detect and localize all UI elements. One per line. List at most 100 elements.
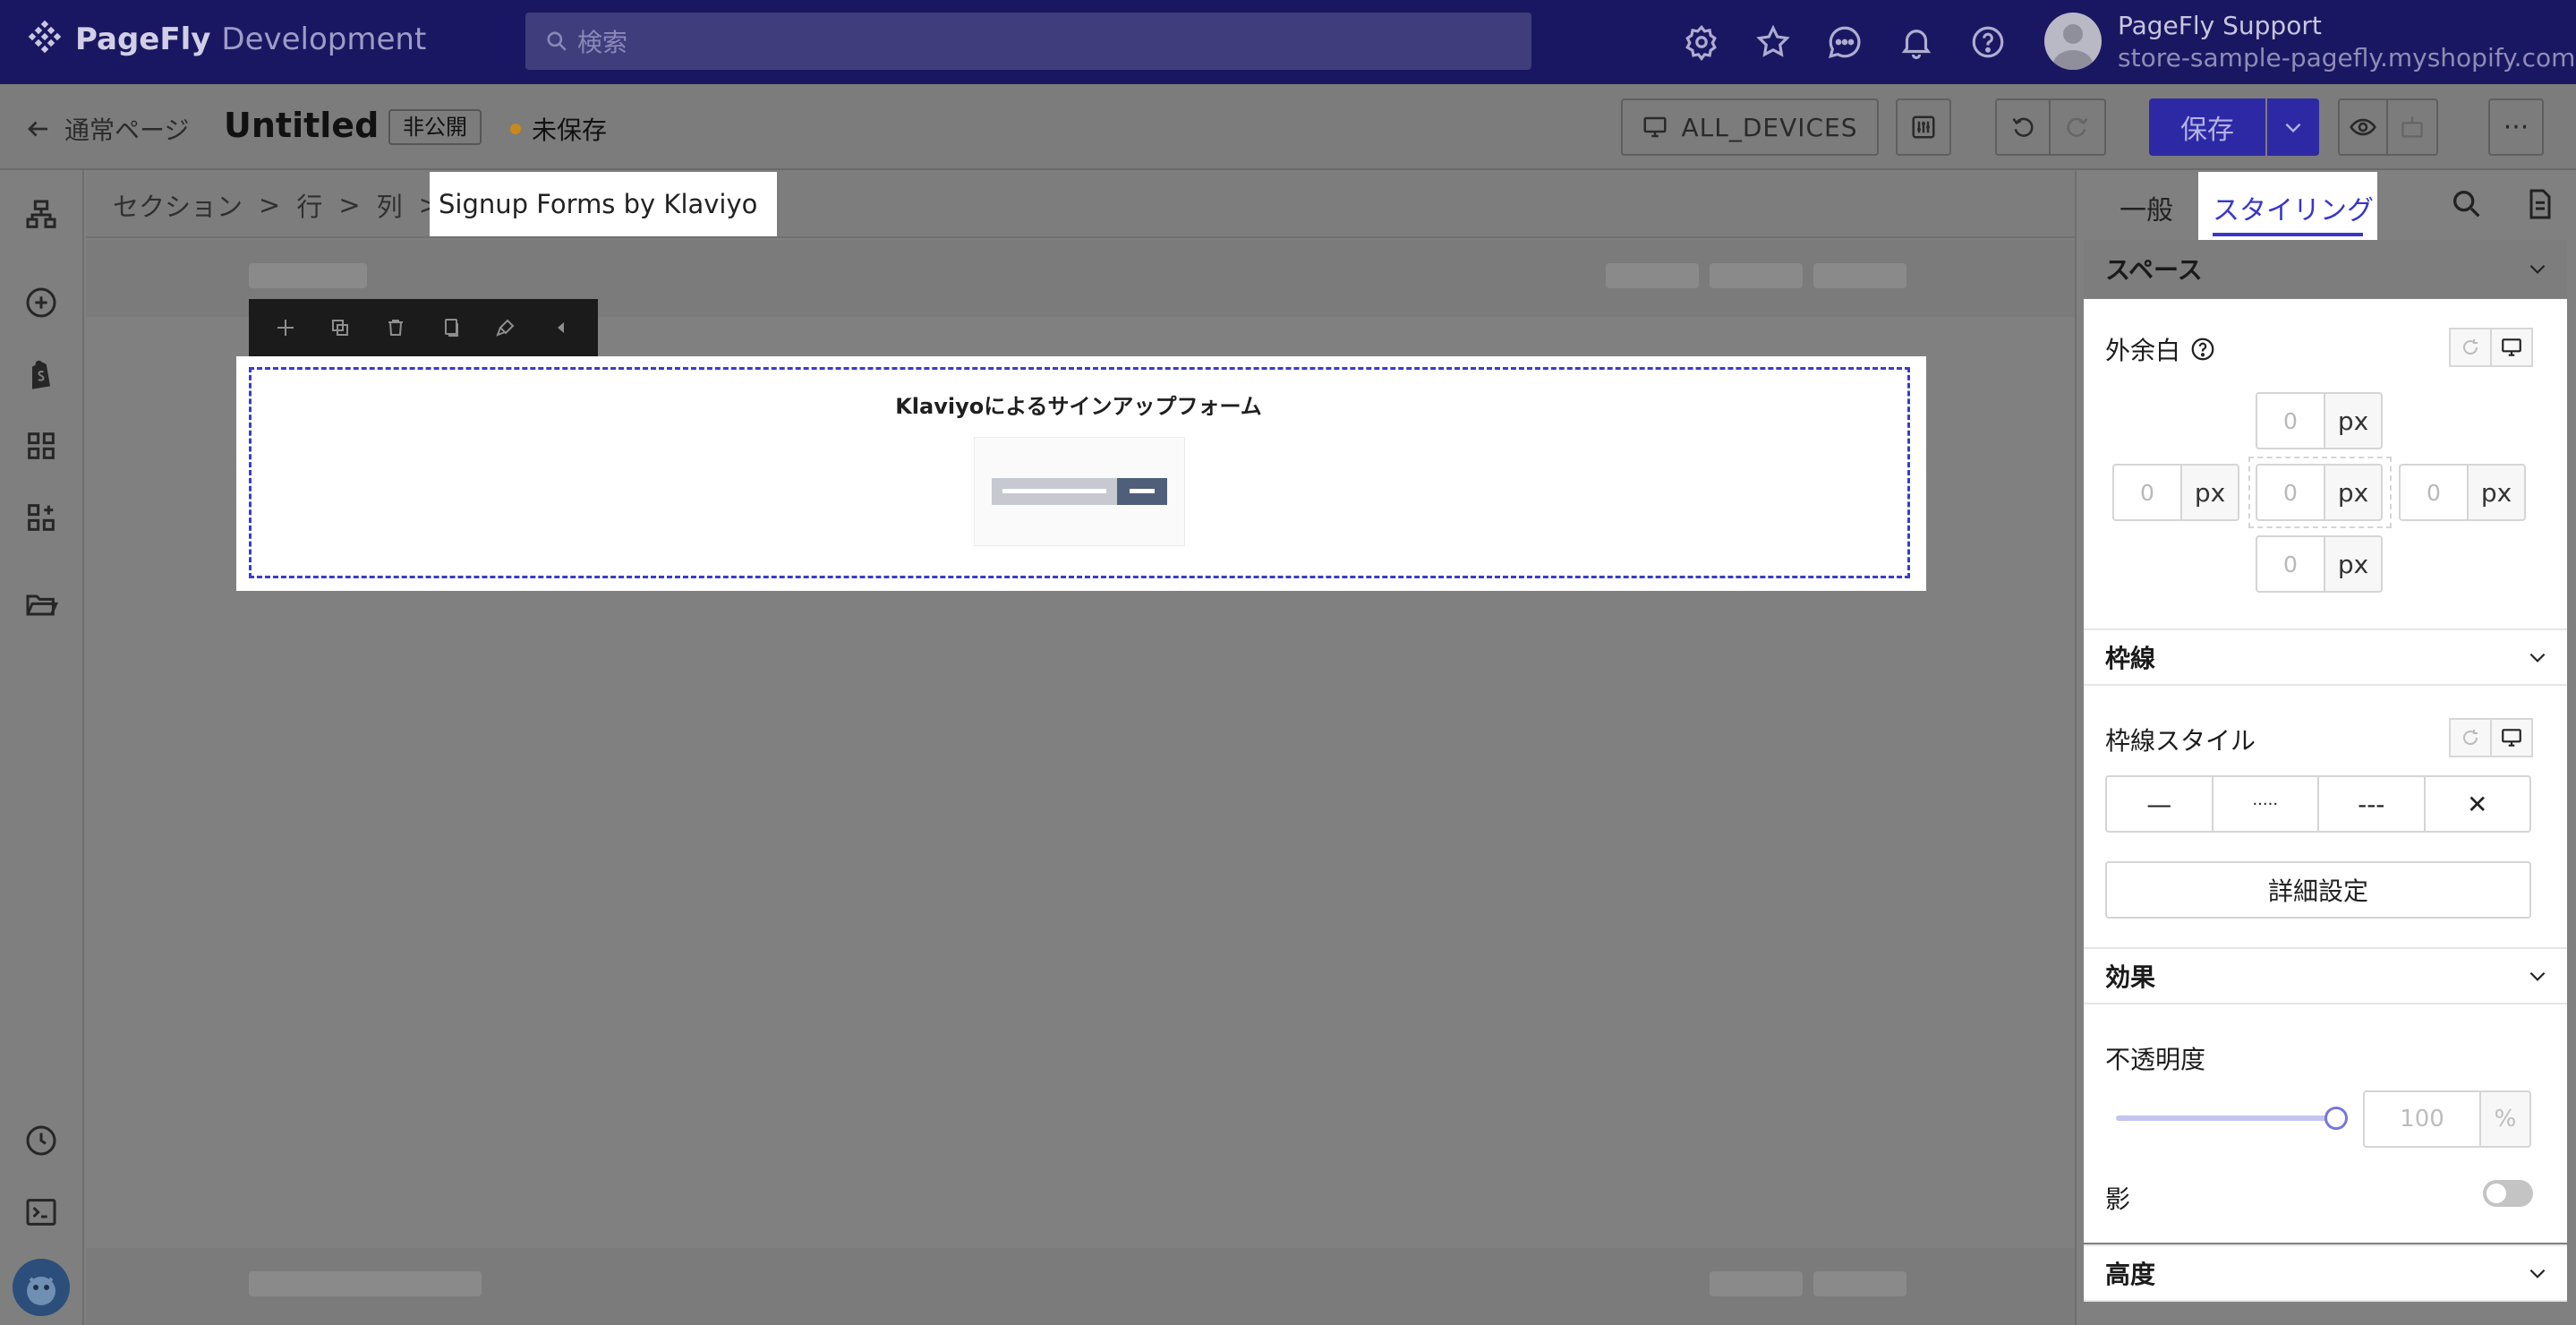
search-input[interactable]: 検索 (525, 13, 1531, 70)
margin-left-unit[interactable]: px (2180, 464, 2239, 521)
section-height-header[interactable]: 高度 (2084, 1244, 2567, 1302)
advanced-settings-button[interactable]: 詳細設定 (2105, 861, 2531, 919)
border-style-dashed[interactable]: --- (2319, 777, 2426, 831)
margin-top-input[interactable]: 0 px (2256, 392, 2383, 449)
more-options-button[interactable]: ··· (2488, 98, 2544, 156)
breadcrumb-current[interactable]: Signup Forms by Klaviyo (430, 172, 778, 236)
device-border-button[interactable] (2490, 718, 2533, 757)
bell-icon[interactable] (1898, 23, 1935, 61)
history-icon[interactable] (23, 1123, 59, 1158)
apps-icon[interactable] (23, 500, 59, 535)
element-toolbar (249, 299, 598, 356)
back-button[interactable]: 通常ページ (25, 111, 189, 147)
border-style-solid[interactable]: — (2107, 777, 2213, 831)
add-element-icon[interactable] (23, 285, 59, 321)
undo-button[interactable] (1995, 98, 2051, 156)
layers-icon[interactable] (23, 197, 59, 233)
grid-icon[interactable] (23, 428, 59, 464)
padding-unit[interactable]: px (2324, 464, 2383, 521)
chat-icon[interactable] (1826, 23, 1864, 61)
placeholder-bar (1813, 263, 1906, 288)
border-style-dotted[interactable]: ····· (2213, 777, 2319, 831)
border-style-label: 枠線スタイル (2105, 726, 2256, 756)
settings-gear-icon[interactable] (1683, 23, 1720, 61)
user-name[interactable]: PageFly Support (2118, 11, 2322, 40)
support-avatar[interactable] (13, 1259, 70, 1316)
reset-border-button[interactable] (2449, 718, 2492, 757)
placeholder-bar (249, 1271, 482, 1296)
opacity-slider-track[interactable] (2116, 1116, 2336, 1121)
save-button[interactable]: 保存 (2149, 98, 2265, 156)
tab-styling[interactable]: スタイリング (2213, 188, 2374, 227)
inspector-search-icon[interactable] (2449, 186, 2485, 222)
shopify-icon[interactable] (23, 356, 59, 392)
reset-margin-button[interactable] (2449, 328, 2492, 367)
caret-left-icon[interactable] (550, 317, 572, 338)
save-status-label: 未保存 (532, 115, 608, 145)
margin-right-value[interactable]: 0 (2399, 464, 2467, 521)
border-style-none[interactable]: ✕ (2426, 777, 2530, 831)
margin-bottom-input[interactable]: 0 px (2256, 535, 2383, 593)
tab-general[interactable]: 一般 (2120, 188, 2173, 227)
duplicate-icon[interactable] (329, 317, 351, 338)
margin-left-input[interactable]: 0 px (2112, 464, 2239, 521)
arrow-left-icon (28, 121, 47, 137)
redo-button[interactable] (2051, 98, 2106, 156)
section-space-header[interactable]: スペース (2084, 240, 2567, 297)
breadcrumb-section[interactable]: セクション (113, 186, 243, 224)
device-margin-button[interactable] (2490, 328, 2533, 367)
device-selector-button[interactable]: ALL_DEVICES (1621, 98, 1879, 156)
placeholder-bar (1710, 1271, 1803, 1296)
trash-icon[interactable] (385, 317, 406, 338)
help-icon[interactable] (2189, 336, 2216, 363)
publish-icon (2401, 116, 2423, 138)
breadcrumb-column[interactable]: 列 (377, 186, 403, 224)
section-effects-header[interactable]: 効果 (2084, 947, 2567, 1004)
placeholder-bar (1606, 263, 1699, 288)
app-logo[interactable]: PageFly Development (25, 20, 426, 59)
reset-icon (2463, 339, 2478, 355)
breadcrumb-row[interactable]: 行 (296, 186, 322, 224)
active-tab-indicator (2213, 233, 2363, 236)
monitor-icon (1643, 116, 1667, 138)
monitor-icon (2502, 729, 2521, 747)
margin-top-unit[interactable]: px (2324, 392, 2383, 449)
brand-name: PageFly (75, 21, 211, 57)
opacity-value[interactable]: 100 (2363, 1090, 2479, 1148)
folder-icon[interactable] (23, 587, 59, 623)
store-domain[interactable]: store-sample-pagefly.myshopify.com (2118, 43, 2575, 73)
margin-bottom-unit[interactable]: px (2324, 535, 2383, 593)
save-options-button[interactable] (2267, 98, 2319, 156)
margin-right-input[interactable]: 0 px (2399, 464, 2526, 521)
margin-right-unit[interactable]: px (2467, 464, 2526, 521)
shadow-toggle[interactable] (2483, 1180, 2533, 1207)
opacity-input[interactable]: 100 % (2363, 1090, 2531, 1148)
reset-icon (2463, 730, 2478, 746)
publish-button[interactable] (2388, 98, 2438, 156)
form-button-line (1130, 489, 1155, 493)
section-border-header[interactable]: 枠線 (2084, 628, 2567, 686)
padding-value[interactable]: 0 (2256, 464, 2324, 521)
avatar[interactable] (2044, 13, 2102, 70)
page-settings-button[interactable] (1896, 98, 1951, 156)
help-icon[interactable] (1969, 23, 2007, 61)
shadow-label: 影 (2105, 1184, 2131, 1214)
copy-icon[interactable] (440, 317, 462, 338)
opacity-slider-handle[interactable] (2324, 1107, 2348, 1130)
move-icon[interactable] (275, 317, 296, 338)
padding-input[interactable]: 0 px (2256, 464, 2383, 521)
terminal-icon[interactable] (23, 1194, 59, 1230)
page-title[interactable]: Untitled (224, 106, 379, 145)
back-label: 通常ページ (64, 115, 190, 145)
margin-left-value[interactable]: 0 (2112, 464, 2180, 521)
paint-icon[interactable] (495, 317, 516, 338)
section-title: スペース (2105, 255, 2203, 285)
section-title: 枠線 (2105, 644, 2156, 673)
opacity-label: 不透明度 (2105, 1045, 2206, 1074)
document-icon[interactable] (2522, 186, 2558, 222)
placeholder-bar (249, 263, 367, 288)
preview-button[interactable] (2338, 98, 2388, 156)
star-icon[interactable] (1754, 23, 1792, 61)
margin-top-value[interactable]: 0 (2256, 392, 2324, 449)
margin-bottom-value[interactable]: 0 (2256, 535, 2324, 593)
